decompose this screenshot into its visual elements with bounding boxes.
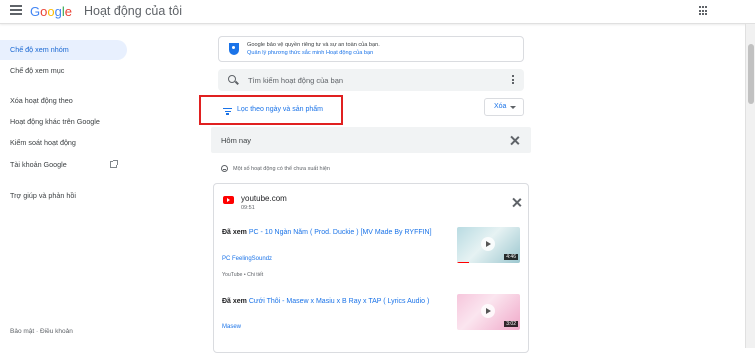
play-icon (481, 304, 495, 318)
activity-card: youtube.com 09:51 Đã xem PC - 10 Ngàn Nă… (213, 183, 529, 353)
filter-by-date-product-button[interactable]: Lọc theo ngày và sản phẩm (199, 95, 343, 125)
entry-channel-link[interactable]: Masew (222, 324, 241, 330)
entry-prefix: Đã xem (222, 298, 249, 305)
top-app-bar: Google Hoạt động của tôi (0, 0, 755, 24)
delete-label: Xóa (494, 103, 507, 110)
list-item: Đã xem Cưới Thôi - Masew x Masiu x B Ray… (222, 297, 452, 307)
sidebar-item-delete-by[interactable]: Xóa hoạt động theo (0, 91, 127, 111)
video-duration: 3:02 (504, 321, 518, 327)
delete-dropdown-button[interactable]: Xóa (484, 98, 524, 116)
scrollbar[interactable] (745, 24, 755, 348)
entry-channel-link[interactable]: PC FeelingSoundz (222, 256, 272, 262)
logo-letter: g (54, 4, 62, 19)
search-bar (218, 69, 524, 91)
sidebar-item-item-view[interactable]: Chế độ xem mục (0, 61, 127, 81)
sidebar-item-other-activity[interactable]: Hoạt động khác trên Google (0, 112, 127, 132)
menu-icon[interactable] (10, 5, 22, 15)
sidebar-item-label: Tài khoản Google (10, 160, 67, 169)
card-site: youtube.com (241, 194, 287, 203)
logo-letter: G (30, 4, 41, 19)
video-thumbnail[interactable]: 3:02 (457, 294, 520, 330)
sidebar: Chế độ xem nhóm Chế độ xem mục Xóa hoạt … (0, 24, 135, 348)
list-item: Đã xem PC - 10 Ngàn Năm ( Prod. Duckie )… (222, 228, 452, 238)
more-options-icon[interactable] (512, 75, 514, 85)
day-header: Hôm nay (211, 127, 531, 153)
close-icon[interactable] (510, 136, 519, 145)
open-in-new-icon (110, 160, 118, 168)
sidebar-item-help-feedback[interactable]: Trợ giúp và phản hồi (0, 186, 127, 206)
filter-icon (223, 108, 232, 115)
footer-links[interactable]: Bảo mật · Điều khoản (10, 328, 73, 335)
video-thumbnail[interactable]: 4:46 (457, 227, 520, 263)
info-icon (221, 165, 228, 172)
youtube-icon (223, 196, 234, 204)
pending-activity-note: Một số hoạt động có thể chưa xuất hiện (233, 166, 330, 172)
day-title: Hôm nay (221, 136, 252, 145)
entry-title-link[interactable]: Cưới Thôi - Masew x Masiu x B Ray x TAP … (249, 298, 429, 305)
chevron-down-icon (510, 106, 516, 109)
search-icon[interactable] (228, 75, 236, 83)
google-logo[interactable]: Google (30, 4, 72, 19)
logo-letter: o (47, 4, 55, 19)
privacy-notice: Google bảo vệ quyền riêng tư và sự an to… (218, 36, 524, 62)
search-input[interactable] (248, 73, 498, 87)
video-duration: 4:46 (504, 254, 518, 260)
logo-letter: e (64, 4, 72, 19)
play-icon (481, 237, 495, 251)
entry-meta[interactable]: YouTube • Chi tiết (222, 272, 263, 278)
shield-icon (229, 43, 239, 55)
sidebar-item-bundle-view[interactable]: Chế độ xem nhóm (0, 40, 127, 60)
notice-text: Google bảo vệ quyền riêng tư và sự an to… (247, 42, 380, 48)
scrollbar-thumb[interactable] (748, 44, 754, 104)
close-icon[interactable] (512, 198, 521, 207)
card-time: 09:51 (241, 205, 255, 211)
sidebar-item-activity-controls[interactable]: Kiểm soát hoạt động (0, 133, 127, 153)
entry-title-link[interactable]: PC - 10 Ngàn Năm ( Prod. Duckie ) [MV Ma… (249, 229, 432, 236)
progress-bar (457, 261, 469, 263)
entry-prefix: Đã xem (222, 229, 249, 236)
verification-link[interactable]: Quản lý phương thức sắc minh Hoạt động c… (247, 50, 373, 56)
app-title: Hoạt động của tôi (84, 4, 182, 18)
filter-label: Lọc theo ngày và sản phẩm (237, 106, 324, 113)
sidebar-item-google-account[interactable]: Tài khoản Google (0, 155, 127, 175)
apps-grid-icon[interactable] (699, 6, 709, 16)
